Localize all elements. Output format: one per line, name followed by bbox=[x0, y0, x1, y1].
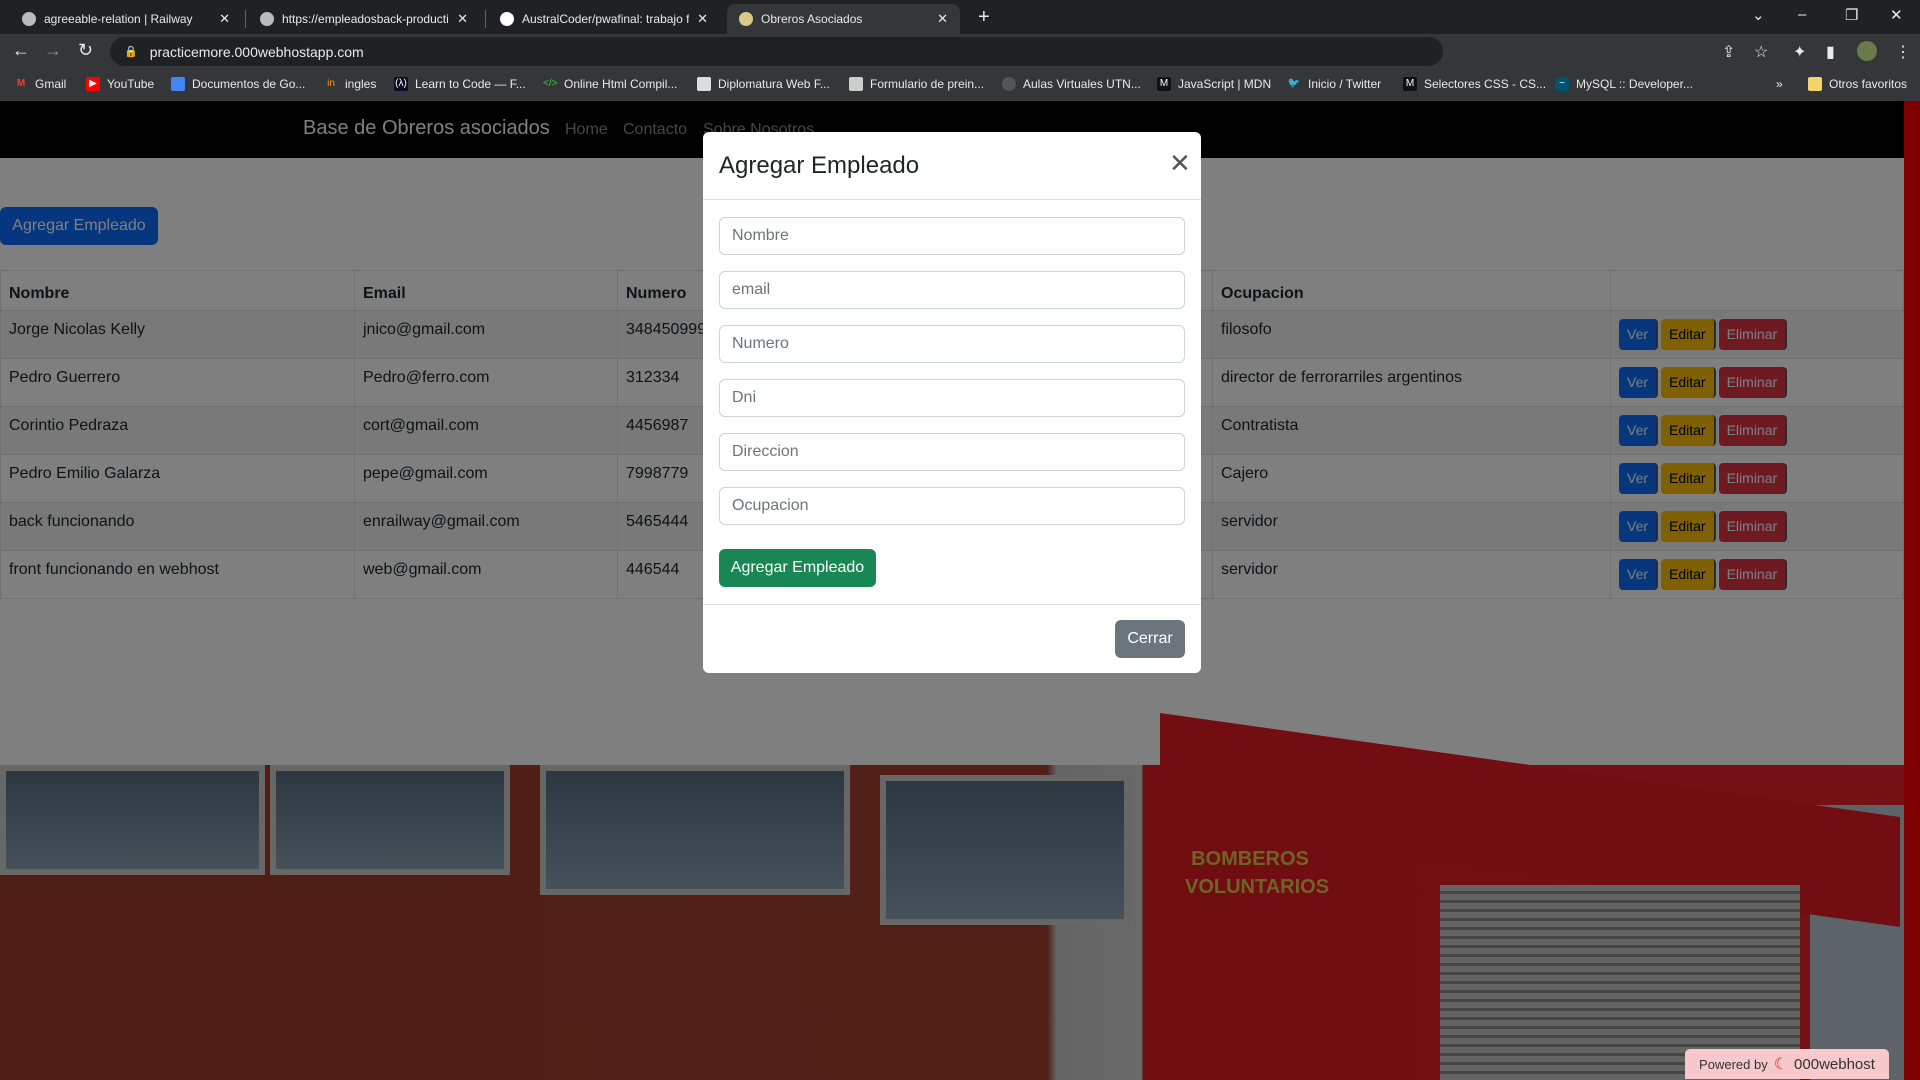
other-bookmarks[interactable]: Otros favoritos bbox=[1808, 77, 1907, 91]
tab-railway[interactable]: agreeable-relation | Railway ✕ bbox=[10, 4, 242, 34]
new-tab-icon[interactable]: + bbox=[978, 6, 990, 29]
modal-header: Agregar Empleado ✕ bbox=[703, 132, 1201, 200]
lock-icon: 🔒 bbox=[124, 46, 138, 58]
mysql-icon: ~ bbox=[1555, 77, 1569, 91]
close-modal-button[interactable]: Cerrar bbox=[1115, 620, 1185, 658]
bookmark-freecodecamp[interactable]: (λ) Learn to Code — F... bbox=[394, 77, 526, 91]
bookmark-diplomatura[interactable]: Diplomatura Web F... bbox=[697, 77, 830, 91]
close-tab-icon[interactable]: ✕ bbox=[457, 11, 468, 27]
forward-icon[interactable]: → bbox=[44, 40, 62, 61]
tab-empleadosback[interactable]: https://empleadosback-producti ✕ bbox=[248, 4, 480, 34]
bookmarks-bar: M Gmail ▶ YouTube Documentos de Go... in in… bbox=[0, 69, 1920, 101]
extensions-icon[interactable]: ✦ bbox=[1793, 42, 1806, 62]
close-icon[interactable]: ✕ bbox=[1169, 148, 1191, 179]
tab-obreros[interactable]: Obreros Asociados ✕ bbox=[727, 4, 960, 34]
utn-icon bbox=[1002, 77, 1016, 91]
side-panel-icon[interactable]: ▮ bbox=[1826, 42, 1835, 62]
bookmark-ingles[interactable]: in ingles bbox=[324, 77, 376, 91]
bookmark-gmail[interactable]: M Gmail bbox=[14, 77, 67, 91]
github-icon bbox=[500, 12, 514, 26]
bookmark-docs[interactable]: Documentos de Go... bbox=[171, 77, 305, 91]
bookmark-mysql[interactable]: ~ MySQL :: Developer... bbox=[1555, 77, 1693, 91]
back-icon[interactable]: ← bbox=[12, 40, 30, 61]
diplomatura-icon bbox=[697, 77, 711, 91]
modal-title: Agregar Empleado bbox=[719, 152, 920, 179]
profile-avatar[interactable] bbox=[1857, 41, 1877, 61]
ocupacion-input[interactable] bbox=[719, 487, 1185, 525]
bookmark-utn[interactable]: Aulas Virtuales UTN... bbox=[1002, 77, 1141, 91]
email-input[interactable] bbox=[719, 271, 1185, 309]
close-tab-icon[interactable]: ✕ bbox=[219, 11, 230, 27]
browser-toolbar: ← → ↻ 🔒 practicemore.000webhostapp.com ⇪ … bbox=[0, 34, 1920, 69]
bookmark-mdn[interactable]: M JavaScript | MDN bbox=[1157, 77, 1271, 91]
mdn-icon: M bbox=[1157, 77, 1171, 91]
tab-bar: agreeable-relation | Railway ✕ https://em… bbox=[0, 0, 1920, 34]
000webhost-logo-icon: ☾ bbox=[1773, 1056, 1789, 1073]
numero-input[interactable] bbox=[719, 325, 1185, 363]
site-favicon-icon bbox=[739, 12, 753, 26]
share-icon[interactable]: ⇪ bbox=[1722, 42, 1735, 62]
powered-by-badge[interactable]: Powered by ☾ 000webhost bbox=[1685, 1049, 1889, 1079]
form-icon bbox=[849, 77, 863, 91]
tab-github[interactable]: AustralCoder/pwafinal: trabajo fi ✕ bbox=[488, 4, 720, 34]
submit-employee-button[interactable]: Agregar Empleado bbox=[719, 549, 876, 587]
close-window-icon[interactable]: ✕ bbox=[1890, 6, 1903, 24]
page-viewport: Base de Obreros asociados Home Contacto … bbox=[0, 101, 1920, 1080]
freecodecamp-icon: (λ) bbox=[394, 77, 408, 91]
bookmark-formulario[interactable]: Formulario de prein... bbox=[849, 77, 984, 91]
modal-footer-divider bbox=[703, 604, 1201, 605]
bookmark-star-icon[interactable]: ☆ bbox=[1754, 42, 1768, 62]
ingles-icon: in bbox=[327, 78, 335, 89]
more-bookmarks-icon[interactable]: » bbox=[1776, 77, 1783, 91]
youtube-icon: ▶ bbox=[86, 77, 100, 91]
direccion-input[interactable] bbox=[719, 433, 1185, 471]
menu-icon[interactable]: ⋮ bbox=[1895, 42, 1911, 62]
close-tab-icon[interactable]: ✕ bbox=[697, 11, 708, 27]
railway-icon bbox=[22, 12, 36, 26]
bookmark-html-compiler[interactable]: </> Online Html Compil... bbox=[543, 77, 677, 91]
mdn-icon: M bbox=[1403, 77, 1417, 91]
reload-icon[interactable]: ↻ bbox=[78, 40, 93, 61]
add-employee-modal: Agregar Empleado ✕ Agregar Empleado Cerr… bbox=[703, 132, 1201, 673]
nombre-input[interactable] bbox=[719, 217, 1185, 255]
tab-search-icon[interactable]: ⌄ bbox=[1752, 6, 1765, 24]
bookmark-twitter[interactable]: 🐦 Inicio / Twitter bbox=[1287, 77, 1381, 91]
minimize-icon[interactable]: – bbox=[1798, 6, 1806, 23]
globe-icon bbox=[260, 12, 274, 26]
close-tab-icon[interactable]: ✕ bbox=[937, 11, 948, 27]
gmail-icon: M bbox=[16, 78, 26, 89]
bookmark-youtube[interactable]: ▶ YouTube bbox=[86, 77, 154, 91]
bookmark-css-selectors[interactable]: M Selectores CSS - CS... bbox=[1403, 77, 1546, 91]
restore-icon[interactable]: ❐ bbox=[1845, 6, 1858, 24]
twitter-icon: 🐦 bbox=[1287, 78, 1301, 89]
dni-input[interactable] bbox=[719, 379, 1185, 417]
docs-icon bbox=[171, 77, 185, 91]
code-icon: </> bbox=[543, 78, 558, 89]
folder-icon bbox=[1808, 77, 1822, 91]
address-bar[interactable]: 🔒 practicemore.000webhostapp.com bbox=[110, 37, 1443, 66]
